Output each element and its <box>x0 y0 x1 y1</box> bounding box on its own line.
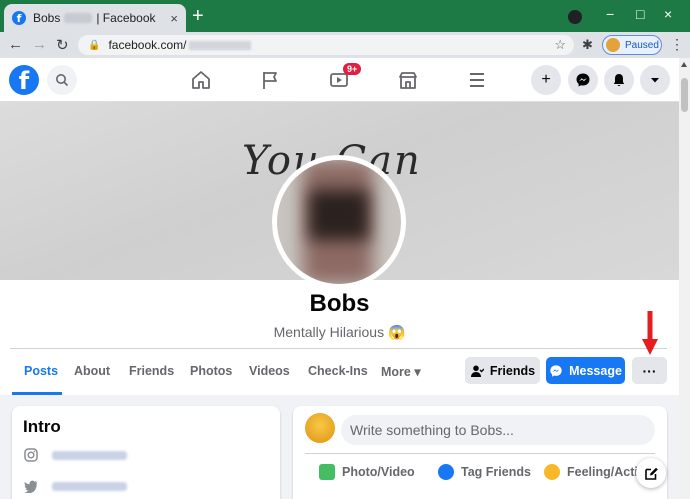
flag-icon <box>263 72 277 89</box>
marketplace-nav[interactable] <box>396 68 420 92</box>
tag-friends-label: Tag Friends <box>461 465 531 479</box>
intro-title: Intro <box>23 417 61 436</box>
tab-posts[interactable]: Posts <box>24 364 58 378</box>
feeling-activity-label: Feeling/Activ <box>567 465 645 479</box>
messenger-icon <box>576 73 590 87</box>
profile-chip[interactable]: Paused <box>602 35 662 55</box>
compose-icon <box>644 467 658 480</box>
redacted-text <box>52 481 127 491</box>
back-button[interactable]: ← <box>8 36 23 53</box>
home-icon <box>192 71 210 89</box>
redacted-text <box>64 13 93 23</box>
home-nav[interactable] <box>189 68 213 92</box>
tab-check-ins[interactable]: Check-Ins <box>308 364 368 378</box>
address-bar[interactable]: 🔒 facebook.com/ ☆ <box>78 35 574 55</box>
facebook-favicon-icon: f <box>12 11 26 25</box>
reload-button[interactable]: ↻ <box>56 36 69 54</box>
window-close-button[interactable]: × <box>664 6 672 22</box>
lock-icon: 🔒 <box>88 39 101 51</box>
redacted-url <box>188 40 251 50</box>
tab-about[interactable]: About <box>74 364 110 378</box>
intro-row-instagram[interactable] <box>24 448 127 462</box>
store-icon <box>399 72 417 89</box>
divider <box>10 348 667 349</box>
tab-search-icon[interactable] <box>568 10 582 24</box>
plus-icon: + <box>541 71 551 88</box>
new-tab-button[interactable]: + <box>192 6 204 26</box>
photo-video-button[interactable]: Photo/Video <box>319 464 415 480</box>
notifications-button[interactable] <box>604 65 634 95</box>
tab-more[interactable]: More ▾ <box>381 364 421 379</box>
twitter-icon <box>24 480 38 493</box>
message-button-label: Message <box>569 363 622 378</box>
new-message-button[interactable] <box>636 458 666 488</box>
hamburger-menu-icon <box>470 73 484 87</box>
minimize-button[interactable]: − <box>606 6 614 22</box>
tab-photos[interactable]: Photos <box>190 364 232 378</box>
url-text: facebook.com/ <box>108 38 187 52</box>
forward-button[interactable]: → <box>32 36 47 53</box>
instagram-icon <box>24 448 38 462</box>
more-options-button[interactable]: ··· <box>632 357 667 384</box>
bookmark-star-icon[interactable]: ☆ <box>554 37 566 53</box>
browser-menu-icon[interactable]: ⋮ <box>670 36 684 53</box>
browser-tab-strip: f Bobs | Facebook × + − □ × <box>0 0 690 32</box>
message-button[interactable]: Message <box>546 357 625 384</box>
smiley-icon <box>544 464 560 480</box>
messenger-button[interactable] <box>568 65 598 95</box>
chevron-down-icon <box>651 78 659 83</box>
intro-row-twitter[interactable] <box>24 479 127 493</box>
scroll-up-icon[interactable] <box>681 62 687 67</box>
messenger-icon <box>550 364 562 377</box>
ellipsis-icon: ··· <box>642 362 657 379</box>
tab-close-icon[interactable]: × <box>170 11 178 26</box>
profile-avatar-icon <box>606 38 620 52</box>
tab-friends[interactable]: Friends <box>129 364 174 378</box>
menu-nav[interactable] <box>465 68 489 92</box>
account-button[interactable] <box>640 65 670 95</box>
write-post-placeholder: Write something to Bobs... <box>350 422 514 438</box>
red-arrow-annotation <box>642 311 658 355</box>
tag-friends-icon <box>438 464 454 480</box>
profile-name: Bobs <box>309 290 370 317</box>
friends-icon <box>470 365 484 377</box>
post-composer: Write something to Bobs... Photo/Video T… <box>293 406 667 499</box>
create-button[interactable]: + <box>531 65 561 95</box>
search-icon <box>56 74 69 87</box>
page-scrollbar[interactable] <box>679 58 690 499</box>
redacted-text <box>52 450 127 460</box>
tab-title-suffix: | Facebook <box>96 11 156 25</box>
browser-toolbar: ← → ↻ 🔒 facebook.com/ ☆ ✱ Paused ⋮ <box>0 32 690 58</box>
divider <box>305 453 655 454</box>
extensions-puzzle-icon[interactable]: ✱ <box>582 37 593 53</box>
facebook-logo-icon[interactable]: f <box>9 65 39 95</box>
intro-card: Intro <box>12 406 280 499</box>
pages-nav[interactable] <box>258 68 282 92</box>
write-post-input[interactable]: Write something to Bobs... <box>341 415 655 445</box>
bell-icon <box>613 74 625 87</box>
facebook-top-nav: f 9+ + <box>0 58 690 102</box>
friends-button[interactable]: Friends <box>465 357 540 384</box>
user-avatar[interactable] <box>305 413 335 443</box>
feeling-activity-button[interactable]: Feeling/Activ <box>544 464 645 480</box>
search-button[interactable] <box>47 65 77 95</box>
tab-videos[interactable]: Videos <box>249 364 290 378</box>
tab-title-prefix: Bobs <box>33 11 61 25</box>
tag-friends-button[interactable]: Tag Friends <box>438 464 531 480</box>
browser-tab[interactable]: f Bobs | Facebook × <box>4 4 186 32</box>
friends-button-label: Friends <box>489 363 536 378</box>
active-tab-indicator <box>12 392 62 395</box>
photo-icon <box>319 464 335 480</box>
profile-header: You Can Bobs Mentally Hilarious 😱 Posts … <box>0 102 679 395</box>
profile-bio: Mentally Hilarious 😱 <box>273 324 406 340</box>
profile-status: Paused <box>625 39 659 51</box>
profile-avatar[interactable] <box>277 160 401 284</box>
photo-video-label: Photo/Video <box>342 465 415 479</box>
maximize-button[interactable]: □ <box>636 6 644 22</box>
notification-badge: 9+ <box>343 63 362 75</box>
scrollbar-thumb[interactable] <box>681 78 688 112</box>
